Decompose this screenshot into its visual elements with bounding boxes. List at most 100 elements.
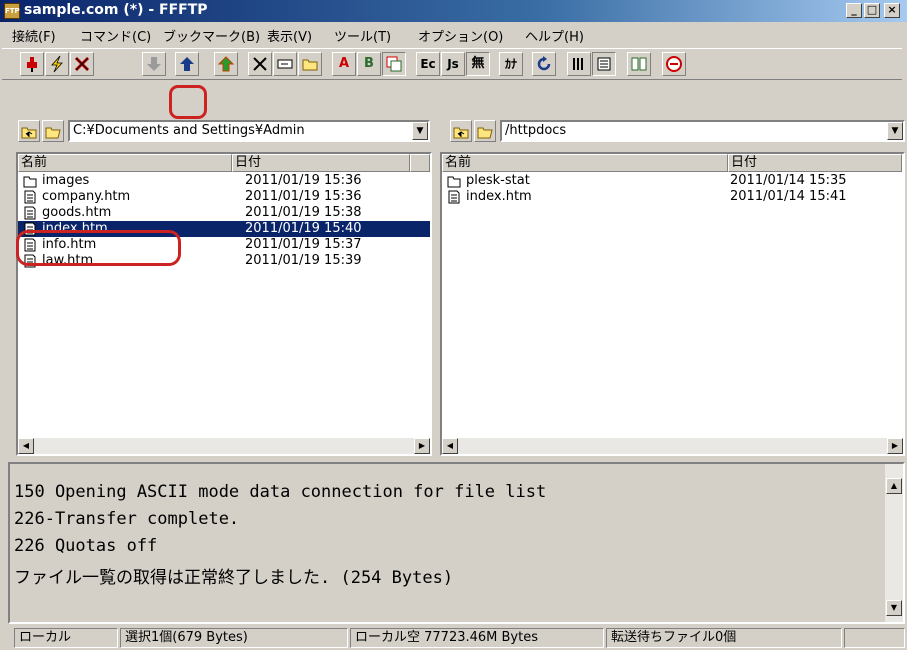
parent-folder-icon bbox=[21, 127, 37, 139]
status-selection: 選択1個(679 Bytes) bbox=[120, 628, 348, 648]
quick-connect-button[interactable] bbox=[45, 52, 69, 76]
connect-button[interactable] bbox=[20, 52, 44, 76]
file-name: index.htm bbox=[466, 189, 532, 204]
disconnect-button[interactable] bbox=[70, 52, 94, 76]
menu-connect[interactable]: 接続(F) bbox=[12, 26, 56, 45]
log-vertical-scrollbar[interactable]: ▲ ▼ bbox=[885, 464, 903, 622]
local-file-list[interactable]: 名前 日付 images 2011/01/19 15:36 company.ht… bbox=[16, 152, 432, 456]
file-date: 2011/01/19 15:37 bbox=[245, 237, 362, 252]
menu-help[interactable]: ヘルプ(H) bbox=[525, 26, 584, 45]
status-bar: ローカル 選択1個(679 Bytes) ローカル空 77723.46M Byt… bbox=[0, 626, 907, 650]
menu-view[interactable]: 表示(V) bbox=[267, 26, 312, 45]
local-horizontal-scrollbar[interactable]: ◀ ▶ bbox=[18, 438, 430, 454]
auto-mode-icon bbox=[386, 56, 402, 72]
file-date: 2011/01/19 15:38 bbox=[245, 205, 362, 220]
status-queue: 転送待ちファイル0個 bbox=[606, 628, 842, 648]
chevron-down-icon[interactable]: ▼ bbox=[412, 122, 428, 140]
file-icon bbox=[24, 222, 36, 236]
list-item[interactable]: company.htm 2011/01/19 15:36 bbox=[18, 189, 430, 205]
title-bar[interactable]: FTP sample.com (*) - FFFTP _ □ × bbox=[0, 0, 907, 22]
menu-bookmark[interactable]: ブックマーク(B) bbox=[163, 26, 260, 45]
close-button[interactable]: × bbox=[884, 3, 900, 18]
list-item[interactable]: images 2011/01/19 15:36 bbox=[18, 173, 430, 189]
remote-path-text: /httpdocs bbox=[505, 123, 567, 138]
rename-button[interactable] bbox=[273, 52, 297, 76]
remote-open-folder-button[interactable] bbox=[474, 120, 496, 142]
delete-button[interactable] bbox=[248, 52, 272, 76]
remote-path-input[interactable]: /httpdocs ▼ bbox=[500, 120, 905, 142]
remote-horizontal-scrollbar[interactable]: ◀ ▶ bbox=[442, 438, 903, 454]
scroll-right-icon[interactable]: ▶ bbox=[887, 438, 903, 454]
remote-parent-folder-button[interactable] bbox=[450, 120, 472, 142]
list-item[interactable]: plesk-stat 2011/01/14 15:35 bbox=[442, 173, 903, 189]
binary-mode-button[interactable]: B bbox=[357, 52, 381, 76]
menu-bar: 接続(F) コマンド(C) ブックマーク(B) 表示(V) ツール(T) オプシ… bbox=[0, 22, 907, 46]
scroll-up-icon[interactable]: ▲ bbox=[886, 478, 902, 494]
euc-letter: Ec bbox=[420, 57, 436, 71]
remote-col-name[interactable]: 名前 bbox=[442, 154, 728, 172]
menu-command[interactable]: コマンド(C) bbox=[80, 26, 151, 45]
lightning-icon bbox=[51, 55, 63, 73]
no-convert-button[interactable]: 無 bbox=[466, 52, 490, 76]
local-parent-folder-button[interactable] bbox=[18, 120, 40, 142]
no-convert-letter: 無 bbox=[471, 56, 485, 71]
log-line: 226 Quotas off bbox=[14, 536, 158, 556]
mirror-upload-button[interactable] bbox=[214, 52, 238, 76]
sync-folders-button[interactable] bbox=[627, 52, 651, 76]
list-item[interactable]: law.htm 2011/01/19 15:39 bbox=[18, 253, 430, 269]
remote-file-list[interactable]: 名前 日付 plesk-stat 2011/01/14 15:35 index.… bbox=[440, 152, 905, 456]
file-icon bbox=[24, 254, 36, 268]
auto-mode-button[interactable] bbox=[382, 52, 406, 76]
ftp-app-icon[interactable]: FTP bbox=[4, 3, 20, 19]
download-button[interactable] bbox=[142, 52, 166, 76]
resize-grip[interactable] bbox=[844, 628, 905, 648]
local-col-date[interactable]: 日付 bbox=[232, 154, 410, 172]
remote-col-date[interactable]: 日付 bbox=[728, 154, 902, 172]
list-item[interactable]: info.htm 2011/01/19 15:37 bbox=[18, 237, 430, 253]
maximize-button[interactable]: □ bbox=[864, 3, 880, 18]
ascii-mode-button[interactable]: A bbox=[332, 52, 356, 76]
jis-convert-button[interactable]: Js bbox=[441, 52, 465, 76]
scroll-down-icon[interactable]: ▼ bbox=[886, 600, 902, 616]
scroll-left-icon[interactable]: ◀ bbox=[18, 438, 34, 454]
disconnect-x-icon bbox=[74, 56, 90, 72]
log-line: 226-Transfer complete. bbox=[14, 509, 240, 529]
log-panel[interactable]: 150 Opening ASCII mode data connection f… bbox=[8, 462, 905, 624]
window-title: sample.com (*) - FFFTP bbox=[24, 2, 208, 18]
file-icon bbox=[448, 190, 460, 204]
file-name: law.htm bbox=[42, 253, 94, 268]
refresh-button[interactable] bbox=[532, 52, 556, 76]
euc-convert-button[interactable]: Ec bbox=[416, 52, 440, 76]
scroll-right-icon[interactable]: ▶ bbox=[414, 438, 430, 454]
menu-tools[interactable]: ツール(T) bbox=[334, 26, 391, 45]
list-view-icon bbox=[573, 58, 583, 70]
file-name: goods.htm bbox=[42, 205, 112, 220]
local-path-input[interactable]: C:¥Documents and Settings¥Admin ▼ bbox=[68, 120, 430, 142]
scroll-left-icon[interactable]: ◀ bbox=[442, 438, 458, 454]
open-folder-icon bbox=[45, 127, 61, 139]
list-item[interactable]: index.htm 2011/01/14 15:41 bbox=[442, 189, 903, 205]
minimize-button[interactable]: _ bbox=[846, 3, 862, 18]
stop-icon bbox=[666, 56, 682, 72]
kana-letter: ｶﾅ bbox=[504, 57, 517, 71]
list-view-button[interactable] bbox=[567, 52, 591, 76]
file-name: info.htm bbox=[42, 237, 97, 252]
rename-icon bbox=[277, 59, 293, 69]
upload-button[interactable] bbox=[175, 52, 199, 76]
local-path-text: C:¥Documents and Settings¥Admin bbox=[73, 123, 305, 138]
stop-button[interactable] bbox=[662, 52, 686, 76]
local-col-extra[interactable] bbox=[410, 154, 430, 172]
menu-options[interactable]: オプション(O) bbox=[418, 26, 503, 45]
sync-folders-icon bbox=[631, 57, 647, 71]
ffftp-window: FTP sample.com (*) - FFFTP _ □ × 接続(F) コ… bbox=[0, 0, 907, 650]
file-icon bbox=[24, 238, 36, 252]
local-open-folder-button[interactable] bbox=[42, 120, 64, 142]
list-item[interactable]: goods.htm 2011/01/19 15:38 bbox=[18, 205, 430, 221]
local-col-name[interactable]: 名前 bbox=[18, 154, 232, 172]
chevron-down-icon[interactable]: ▼ bbox=[887, 122, 903, 140]
detail-view-button[interactable] bbox=[592, 52, 616, 76]
make-directory-button[interactable] bbox=[298, 52, 322, 76]
plug-connect-icon bbox=[27, 57, 37, 72]
kana-convert-button[interactable]: ｶﾅ bbox=[499, 52, 523, 76]
list-item-selected[interactable]: index.htm 2011/01/19 15:40 bbox=[18, 221, 430, 237]
